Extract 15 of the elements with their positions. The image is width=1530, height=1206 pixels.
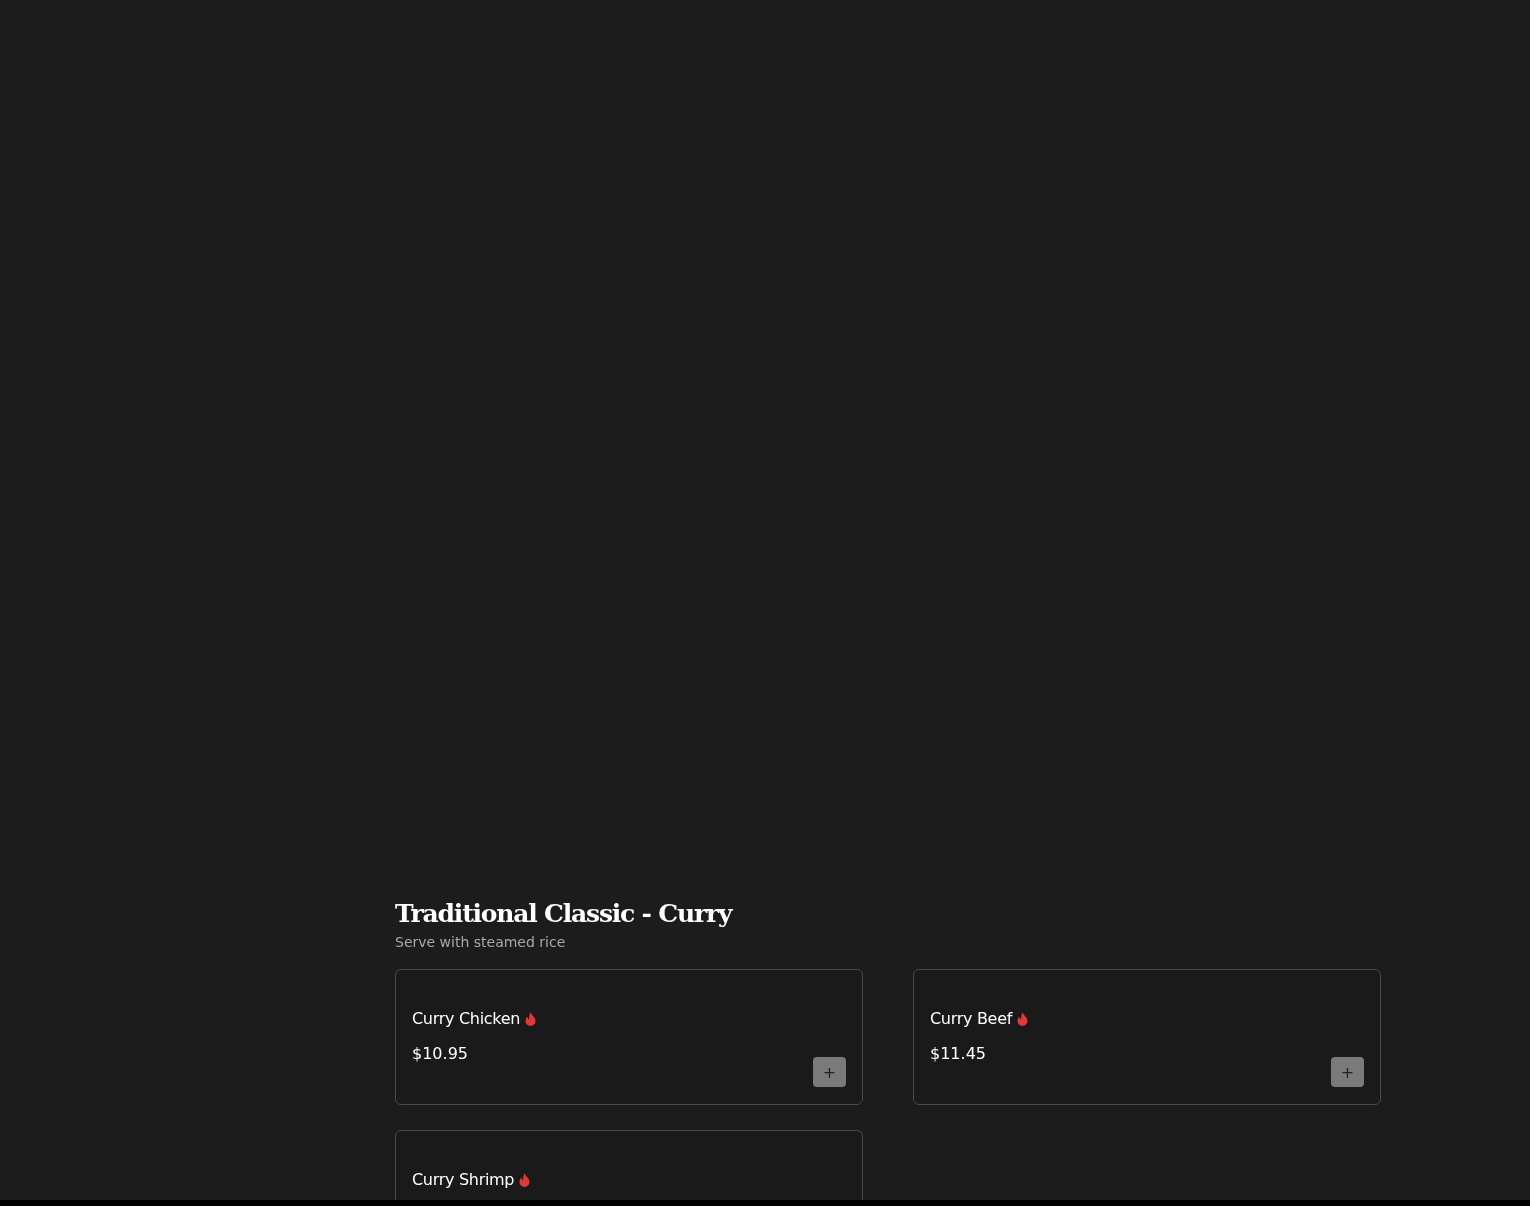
item-price: $11.45	[930, 1044, 986, 1063]
add-button[interactable]: +	[813, 1057, 846, 1087]
section-title: Traditional Classic - Curry	[395, 898, 732, 930]
flame-icon	[525, 1011, 537, 1026]
item-name: Curry Beef	[930, 1009, 1013, 1028]
menu-item-card[interactable]: Curry Beef $11.45 +	[913, 969, 1381, 1105]
add-button[interactable]: +	[1331, 1057, 1364, 1087]
item-name: Curry Shrimp	[412, 1170, 515, 1189]
item-price: $10.95	[412, 1044, 468, 1063]
item-name: Curry Chicken	[412, 1009, 521, 1028]
menu-item-card[interactable]: Curry Shrimp	[395, 1130, 863, 1200]
flame-icon	[519, 1172, 531, 1187]
menu-item-card[interactable]: Curry Chicken $10.95 +	[395, 969, 863, 1105]
section-subtitle: Serve with steamed rice	[395, 934, 566, 950]
flame-icon	[1017, 1011, 1029, 1026]
